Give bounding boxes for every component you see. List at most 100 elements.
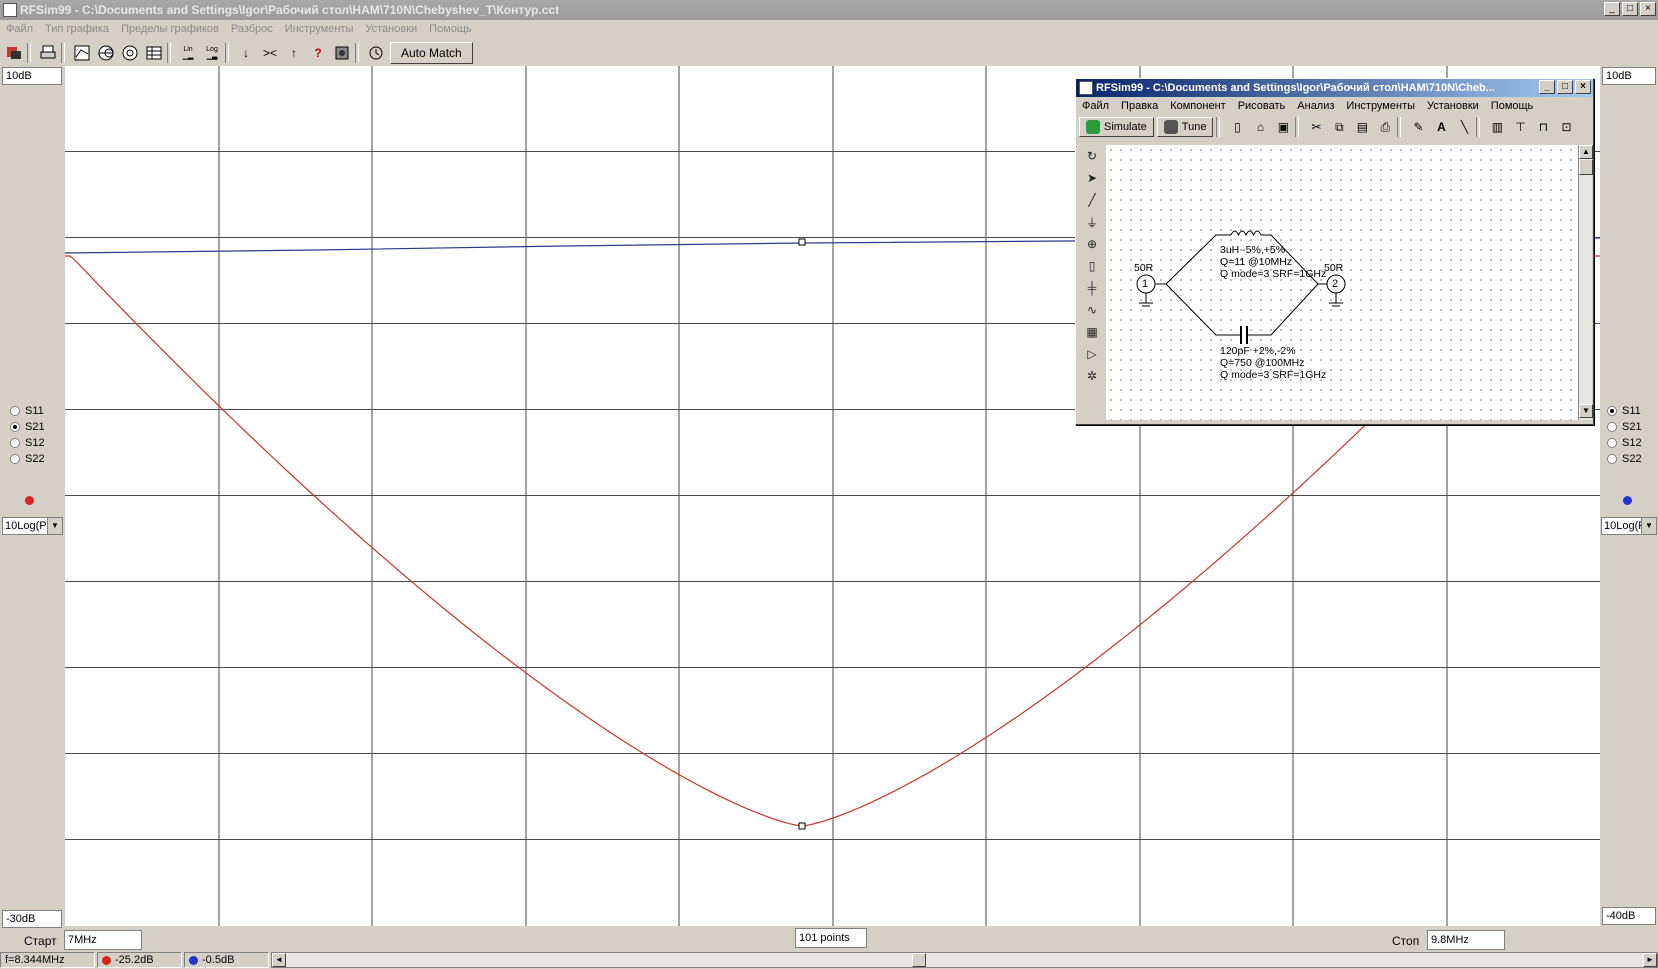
right-radio-s11[interactable]: S11 xyxy=(1607,403,1658,419)
right-axis-bottom[interactable]: -40dB xyxy=(1602,907,1656,925)
menu-tolerance[interactable]: Разброс xyxy=(225,23,279,35)
tune-icon[interactable] xyxy=(332,43,352,63)
chevron-down-icon[interactable]: ▼ xyxy=(47,518,62,534)
print-icon[interactable] xyxy=(38,43,58,63)
zoom-icon[interactable]: >< xyxy=(260,43,280,63)
auto-match-button[interactable]: Auto Match xyxy=(390,42,473,64)
transistor-icon[interactable]: ✲ xyxy=(1082,365,1102,387)
minimize-button[interactable]: _ xyxy=(1539,80,1555,94)
ground-icon[interactable]: ⏚ xyxy=(1082,211,1102,233)
right-axis-top[interactable]: 10dB xyxy=(1602,67,1656,85)
pointer-icon[interactable]: ➤ xyxy=(1082,167,1102,189)
transmission-line-icon[interactable]: ▦ xyxy=(1082,321,1102,343)
menu-help[interactable]: Помощь xyxy=(423,23,478,35)
arrow-up-icon[interactable]: ↑ xyxy=(284,43,304,63)
print-icon[interactable]: ⎙ xyxy=(1376,118,1394,136)
port-icon[interactable]: ⊕ xyxy=(1082,233,1102,255)
menu-tools[interactable]: Инструменты xyxy=(1340,100,1421,112)
new-file-icon[interactable]: ▯ xyxy=(1228,118,1246,136)
wire-bottom-right[interactable] xyxy=(1252,283,1319,336)
amplifier-icon[interactable]: ▷ xyxy=(1082,343,1102,365)
menu-draw[interactable]: Рисовать xyxy=(1232,100,1292,112)
left-radio-s21[interactable]: S21 xyxy=(10,419,70,435)
menu-graph-limits[interactable]: Пределы графиков xyxy=(115,23,225,35)
menu-component[interactable]: Компонент xyxy=(1164,100,1231,112)
radio-button[interactable] xyxy=(10,438,20,448)
menu-edit[interactable]: Правка xyxy=(1115,100,1164,112)
schematic-canvas[interactable]: 50R 1 50R 2 3uH -5%,+5% Q=11 @10MHz Q mo… xyxy=(1106,145,1578,420)
smith-chart-icon[interactable] xyxy=(96,43,116,63)
menu-file[interactable]: Файл xyxy=(0,23,39,35)
minimize-button[interactable]: _ xyxy=(1604,2,1620,16)
schematic-icon[interactable] xyxy=(4,43,24,63)
chevron-down-icon[interactable]: ▼ xyxy=(1641,518,1656,534)
close-button[interactable]: × xyxy=(1640,2,1656,16)
arrow-down-icon[interactable]: ↓ xyxy=(236,43,256,63)
points-input[interactable]: 101 points xyxy=(795,928,867,948)
menu-tools[interactable]: Инструменты xyxy=(279,23,360,35)
left-radio-s12[interactable]: S12 xyxy=(10,435,70,451)
menu-file[interactable]: Файл xyxy=(1076,100,1115,112)
maximize-button[interactable]: □ xyxy=(1557,80,1573,94)
start-input[interactable]: 7MHz xyxy=(64,930,142,950)
simulate-button[interactable]: Simulate xyxy=(1079,117,1154,137)
left-radio-s11[interactable]: S11 xyxy=(10,403,70,419)
right-radio-s12[interactable]: S12 xyxy=(1607,435,1658,451)
cut-icon[interactable]: ✂ xyxy=(1307,118,1325,136)
menu-help[interactable]: Помощь xyxy=(1485,100,1540,112)
table-icon[interactable] xyxy=(144,43,164,63)
frequency-scrollbar[interactable]: ◄ ► xyxy=(271,952,1658,968)
scroll-right-button[interactable]: ► xyxy=(1643,953,1657,967)
help-icon[interactable]: ? xyxy=(308,43,328,63)
radio-button[interactable] xyxy=(10,422,20,432)
left-axis-top[interactable]: 10dB xyxy=(2,67,62,85)
right-mode-select[interactable]: 10Log(P) ▼ xyxy=(1601,517,1657,535)
radio-button[interactable] xyxy=(1607,438,1617,448)
rotate-icon[interactable]: ↻ xyxy=(1082,145,1102,167)
capacitor-icon[interactable]: ╪ xyxy=(1082,277,1102,299)
maximize-button[interactable]: □ xyxy=(1622,2,1638,16)
copy-icon[interactable]: ⧉ xyxy=(1330,118,1348,136)
scroll-thumb[interactable] xyxy=(1579,159,1593,175)
resistor-icon[interactable]: ▯ xyxy=(1082,255,1102,277)
text-icon[interactable]: A xyxy=(1432,118,1450,136)
wire-icon[interactable]: ╲ xyxy=(1455,118,1473,136)
inductor-symbol[interactable] xyxy=(1230,230,1262,237)
left-mode-select[interactable]: 10Log(P) ▼ xyxy=(2,517,63,535)
scroll-thumb[interactable] xyxy=(912,953,926,967)
rect-plot-icon[interactable] xyxy=(72,43,92,63)
paste-icon[interactable]: ▤ xyxy=(1353,118,1371,136)
history-icon[interactable] xyxy=(366,43,386,63)
scroll-up-button[interactable]: ▲ xyxy=(1579,145,1593,159)
polar-icon[interactable] xyxy=(120,43,140,63)
open-folder-icon[interactable]: ⌂ xyxy=(1251,118,1269,136)
radio-button[interactable] xyxy=(1607,406,1617,416)
inductor-icon[interactable]: ∿ xyxy=(1082,299,1102,321)
lin-scale-icon[interactable]: Lin ▁▂ xyxy=(178,43,198,63)
calculator-icon[interactable]: ▥ xyxy=(1488,118,1506,136)
zoom-fit-icon[interactable]: ⊡ xyxy=(1557,118,1575,136)
log-scale-icon[interactable]: Log ▁▃ xyxy=(202,43,222,63)
right-radio-s22[interactable]: S22 xyxy=(1607,451,1658,467)
left-radio-s22[interactable]: S22 xyxy=(10,451,70,467)
radio-button[interactable] xyxy=(10,454,20,464)
schematic-window[interactable]: RFSim99 - C:\Documents and Settings\Igor… xyxy=(1075,78,1594,425)
radio-button[interactable] xyxy=(10,406,20,416)
filter-icon[interactable]: ⊓ xyxy=(1534,118,1552,136)
right-radio-s21[interactable]: S21 xyxy=(1607,419,1658,435)
radio-button[interactable] xyxy=(1607,422,1617,432)
tune-button[interactable]: Tune xyxy=(1156,117,1214,137)
wire-bottom-left[interactable] xyxy=(1165,283,1236,336)
wire-icon[interactable]: ╱ xyxy=(1082,189,1102,211)
pen-icon[interactable]: ✎ xyxy=(1409,118,1427,136)
stop-input[interactable]: 9.8MHz xyxy=(1427,930,1505,950)
menu-settings[interactable]: Установки xyxy=(1421,100,1485,112)
menu-graph-type[interactable]: Тип графика xyxy=(39,23,115,35)
save-icon[interactable]: ▣ xyxy=(1274,118,1292,136)
radio-button[interactable] xyxy=(1607,454,1617,464)
left-axis-bottom[interactable]: -30dB xyxy=(2,910,62,928)
scroll-down-button[interactable]: ▼ xyxy=(1579,404,1593,418)
scroll-left-button[interactable]: ◄ xyxy=(272,953,286,967)
schematic-vscrollbar[interactable]: ▲ ▼ xyxy=(1578,145,1593,420)
menu-settings[interactable]: Установки xyxy=(359,23,423,35)
